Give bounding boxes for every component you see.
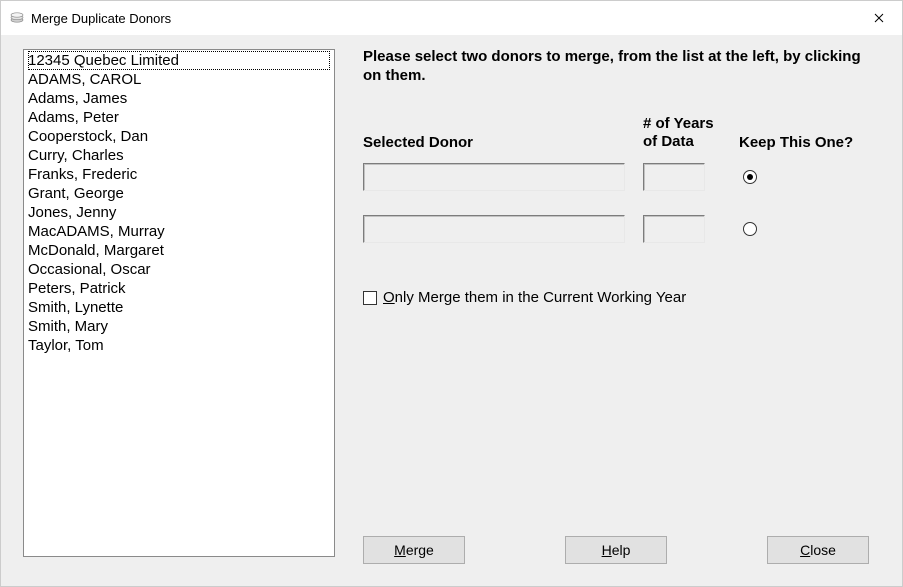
list-item[interactable]: Smith, Mary xyxy=(28,317,330,336)
list-item[interactable]: Adams, Peter xyxy=(28,108,330,127)
keep-radio-2[interactable] xyxy=(743,222,757,236)
list-item[interactable]: 12345 Quebec Limited xyxy=(28,51,330,70)
donor-listbox[interactable]: 12345 Quebec LimitedADAMS, CAROLAdams, J… xyxy=(23,49,335,557)
selected-donor-row-1 xyxy=(363,163,882,191)
merge-button[interactable]: Merge xyxy=(363,536,465,564)
app-icon xyxy=(9,9,25,28)
window-title: Merge Duplicate Donors xyxy=(31,11,171,26)
list-item[interactable]: MacADAMS, Murray xyxy=(28,222,330,241)
titlebar-left: Merge Duplicate Donors xyxy=(9,9,171,28)
list-item[interactable]: McDonald, Margaret xyxy=(28,241,330,260)
list-item[interactable]: Franks, Frederic xyxy=(28,165,330,184)
list-item[interactable]: ADAMS, CAROL xyxy=(28,70,330,89)
only-merge-current-year-label: Only Merge them in the Current Working Y… xyxy=(383,289,686,306)
selected-donor-field-2 xyxy=(363,215,625,243)
list-item[interactable]: Cooperstock, Dan xyxy=(28,127,330,146)
help-button[interactable]: Help xyxy=(565,536,667,564)
list-item[interactable]: Adams, James xyxy=(28,89,330,108)
window-close-button[interactable] xyxy=(856,1,902,35)
titlebar: Merge Duplicate Donors xyxy=(1,1,902,35)
years-field-1 xyxy=(643,163,705,191)
instruction-text: Please select two donors to merge, from … xyxy=(363,47,882,85)
list-item[interactable]: Smith, Lynette xyxy=(28,298,330,317)
close-icon xyxy=(874,10,884,26)
right-pane: Please select two donors to merge, from … xyxy=(363,49,882,566)
list-item[interactable]: Peters, Patrick xyxy=(28,279,330,298)
selected-donor-field-1 xyxy=(363,163,625,191)
selected-donor-row-2 xyxy=(363,215,882,243)
only-merge-current-year-checkbox[interactable] xyxy=(363,291,377,305)
dialog-body: 12345 Quebec LimitedADAMS, CAROLAdams, J… xyxy=(1,35,902,586)
columns-header: Selected Donor # of Years of Data Keep T… xyxy=(363,115,882,151)
list-item[interactable]: Curry, Charles xyxy=(28,146,330,165)
header-selected-donor: Selected Donor xyxy=(363,134,643,151)
list-item[interactable]: Grant, George xyxy=(28,184,330,203)
merge-duplicate-donors-window: Merge Duplicate Donors 12345 Quebec Limi… xyxy=(0,0,903,587)
close-button[interactable]: Close xyxy=(767,536,869,564)
keep-radio-1[interactable] xyxy=(743,170,757,184)
years-field-2 xyxy=(643,215,705,243)
list-item[interactable]: Taylor, Tom xyxy=(28,336,330,355)
only-merge-current-year-row: Only Merge them in the Current Working Y… xyxy=(363,289,882,306)
list-item[interactable]: Jones, Jenny xyxy=(28,203,330,222)
header-years-of-data: # of Years of Data xyxy=(643,115,739,151)
header-keep-this-one: Keep This One? xyxy=(739,134,882,151)
button-row: Merge Help Close xyxy=(363,536,882,564)
list-item[interactable]: Occasional, Oscar xyxy=(28,260,330,279)
